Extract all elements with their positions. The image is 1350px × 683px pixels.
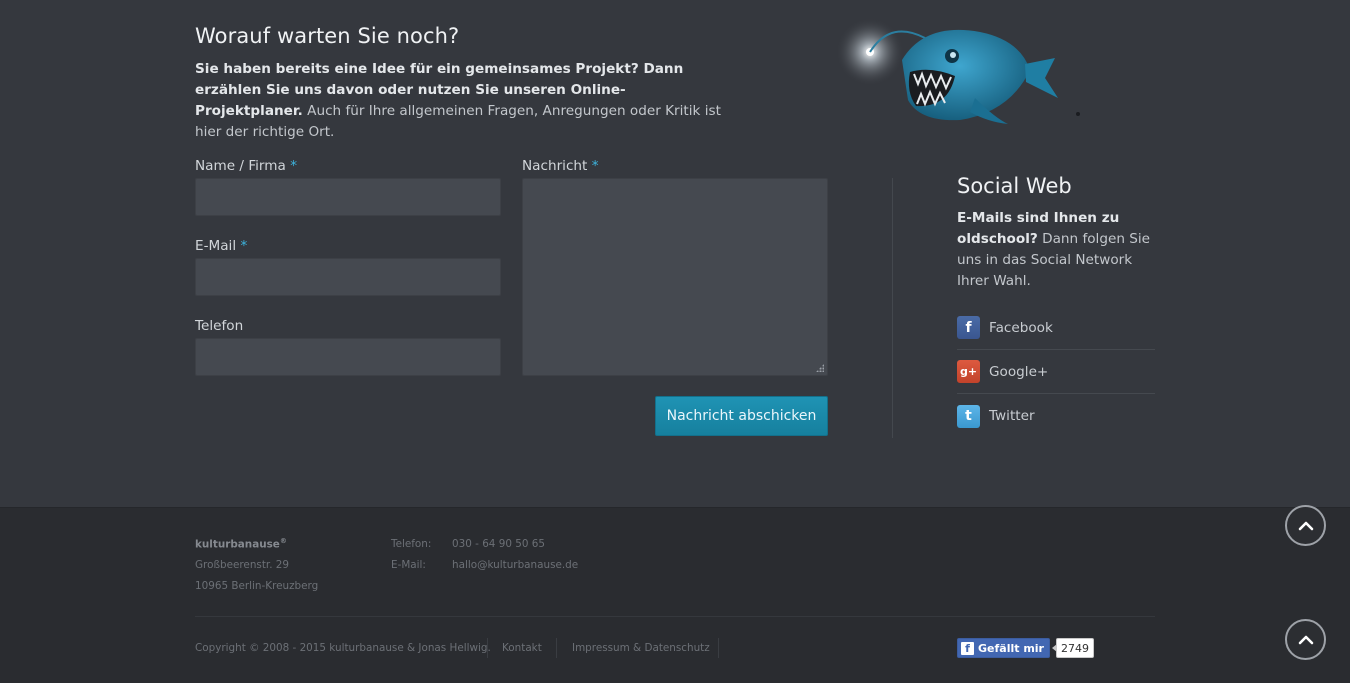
social-link-label: Facebook (989, 319, 1053, 336)
footer-street: Großbeerenstr. 29 (195, 559, 290, 571)
message-field-wrapper (522, 178, 828, 376)
like-button-label: Gefällt mir (978, 641, 1044, 655)
footer-phone-label: Telefon: (391, 538, 432, 550)
footer-email-link[interactable]: hallo@kulturbanause.de (452, 559, 578, 571)
message-label-text: Nachricht (522, 158, 588, 174)
message-textarea[interactable] (523, 179, 827, 375)
facebook-like-widget: f Gefällt mir 2749 (957, 638, 1094, 658)
footer-phone-value: 030 - 64 90 50 65 (452, 538, 545, 550)
social-link-google-plus[interactable]: g+ Google+ (957, 350, 1155, 394)
social-intro-text: E-Mails sind Ihnen zu oldschool? Dann fo… (957, 208, 1167, 292)
chevron-up-icon (1298, 635, 1313, 644)
email-label: E-Mail * (195, 238, 247, 254)
facebook-icon: f (957, 316, 980, 339)
required-marker: * (290, 158, 297, 174)
footer-city: 10965 Berlin-Kreuzberg (195, 580, 319, 592)
social-link-label: Google+ (989, 363, 1049, 380)
footer-link-impressum[interactable]: Impressum & Datenschutz (572, 642, 710, 654)
registered-mark: ® (279, 537, 287, 545)
message-label: Nachricht * (522, 158, 599, 174)
facebook-icon: f (961, 641, 974, 655)
email-field-wrapper (195, 258, 501, 296)
scroll-to-top-button[interactable] (1285, 505, 1326, 546)
footer-brand: kulturbanause® (195, 537, 287, 550)
phone-field-wrapper (195, 338, 501, 376)
site-footer (0, 507, 1350, 683)
name-label: Name / Firma * (195, 158, 297, 174)
required-marker: * (591, 158, 599, 174)
twitter-icon: t (957, 404, 980, 428)
social-heading: Social Web (957, 174, 1072, 198)
name-input[interactable] (196, 179, 500, 215)
chevron-up-icon (1298, 521, 1313, 530)
required-marker: * (240, 238, 248, 254)
footer-link-separator (556, 638, 557, 658)
name-label-text: Name / Firma (195, 158, 286, 174)
name-field-wrapper (195, 178, 501, 216)
footer-copyright: Copyright © 2008 - 2015 kulturbanause & … (195, 642, 491, 654)
scroll-to-top-button[interactable] (1285, 619, 1326, 660)
social-link-twitter[interactable]: t Twitter (957, 394, 1155, 438)
email-input[interactable] (196, 259, 500, 295)
google-plus-icon: g+ (957, 360, 980, 383)
footer-divider (195, 616, 1155, 617)
social-link-label: Twitter (989, 408, 1035, 424)
brand-name: kulturbanause (195, 538, 280, 551)
contact-heading: Worauf warten Sie noch? (195, 24, 460, 48)
like-count: 2749 (1051, 638, 1094, 658)
phone-label: Telefon (195, 318, 243, 334)
footer-link-separator (487, 638, 488, 658)
send-message-button[interactable]: Nachricht abschicken (655, 396, 828, 436)
footer-email-label: E-Mail: (391, 559, 426, 571)
email-label-text: E-Mail (195, 238, 237, 254)
footer-link-separator (718, 638, 719, 658)
contact-section: Worauf warten Sie noch? Sie haben bereit… (0, 0, 1350, 507)
footer-link-kontakt[interactable]: Kontakt (502, 642, 542, 654)
social-link-facebook[interactable]: f Facebook (957, 306, 1155, 350)
anglerfish-illustration (836, 18, 1080, 124)
phone-label-text: Telefon (195, 318, 244, 334)
facebook-like-button[interactable]: f Gefällt mir (957, 638, 1050, 658)
contact-intro-text: Sie haben bereits eine Idee für ein geme… (195, 59, 725, 143)
phone-input[interactable] (196, 339, 500, 375)
column-divider (892, 178, 893, 438)
